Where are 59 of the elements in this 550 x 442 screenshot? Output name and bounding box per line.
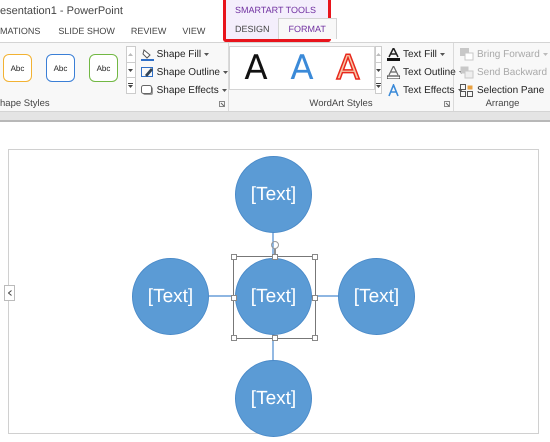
send-backward-icon xyxy=(460,66,474,78)
command-label[interactable]: Text Outline xyxy=(403,66,456,78)
wordart-style[interactable]: A xyxy=(280,48,324,88)
scroll-up-icon[interactable] xyxy=(376,52,381,56)
text-pane-button[interactable] xyxy=(4,285,15,301)
more-icon[interactable] xyxy=(376,83,381,88)
group-label: Arrange xyxy=(484,98,520,111)
dropdown-icon xyxy=(204,52,210,56)
ribbon-tab[interactable]: DESIGN xyxy=(235,18,270,39)
ribbon-tab[interactable]: FORMAT xyxy=(278,18,337,39)
resize-handle[interactable] xyxy=(272,254,278,260)
paint-bucket-icon xyxy=(140,48,154,60)
more-icon[interactable] xyxy=(128,83,134,88)
shape-style-swatch[interactable]: Abc xyxy=(3,54,32,82)
dropdown-icon xyxy=(542,52,548,56)
command-label[interactable]: Text Fill xyxy=(403,48,437,60)
dialog-launcher-icon[interactable] xyxy=(444,101,450,107)
scroll-down-icon[interactable] xyxy=(376,68,381,72)
resize-handle[interactable] xyxy=(272,335,278,341)
scroll-down-icon[interactable] xyxy=(128,68,134,72)
pen-icon xyxy=(140,66,154,78)
dropdown-icon xyxy=(458,88,463,92)
resize-handle[interactable] xyxy=(231,254,237,260)
resize-handle[interactable] xyxy=(312,335,318,341)
group-label: hape Styles xyxy=(0,98,51,111)
dialog-launcher-icon[interactable] xyxy=(219,101,225,107)
contextual-tab-label: SMARTART TOOLS xyxy=(234,4,318,17)
ribbon-tab[interactable]: MATIONS xyxy=(0,20,58,42)
chevron-left-icon xyxy=(8,290,12,296)
ribbon-tab[interactable]: SLIDE SHOW xyxy=(58,20,131,42)
ribbon-tab[interactable]: VIEW xyxy=(182,20,222,42)
effects-icon xyxy=(140,84,154,96)
group-label: WordArt Styles xyxy=(308,98,374,111)
rotate-handle-icon[interactable] xyxy=(270,240,280,256)
command-label[interactable]: Shape Fill xyxy=(156,48,202,60)
selection-pane-icon xyxy=(460,84,474,96)
command-label[interactable]: Selection Pane xyxy=(477,84,544,96)
resize-handle[interactable] xyxy=(231,335,237,341)
command-label[interactable]: Text Effects xyxy=(403,84,455,96)
command-label: Send Backward xyxy=(477,66,548,78)
command-label[interactable]: Shape Outline xyxy=(156,66,220,78)
dropdown-icon xyxy=(440,52,445,56)
bring-forward-icon xyxy=(460,48,474,60)
text-fill-icon xyxy=(387,48,400,60)
resize-handle[interactable] xyxy=(312,254,318,260)
resize-handle[interactable] xyxy=(231,294,237,300)
scroll-up-icon[interactable] xyxy=(128,52,134,56)
dropdown-icon xyxy=(223,70,228,74)
dropdown-icon xyxy=(222,88,227,92)
wordart-style[interactable]: A xyxy=(234,48,278,88)
text-effects-icon xyxy=(387,84,400,96)
command-label[interactable]: Shape Effects xyxy=(156,84,219,96)
resize-handle[interactable] xyxy=(312,294,318,300)
command-label: Bring Forward xyxy=(477,48,540,60)
text-outline-icon xyxy=(387,66,400,78)
window-title: esentation1 - PowerPoint xyxy=(0,4,124,19)
ribbon-tab[interactable]: REVIEW xyxy=(130,20,182,42)
shape-style-swatch[interactable]: Abc xyxy=(89,54,118,82)
shape-style-swatch[interactable]: Abc xyxy=(46,54,75,82)
